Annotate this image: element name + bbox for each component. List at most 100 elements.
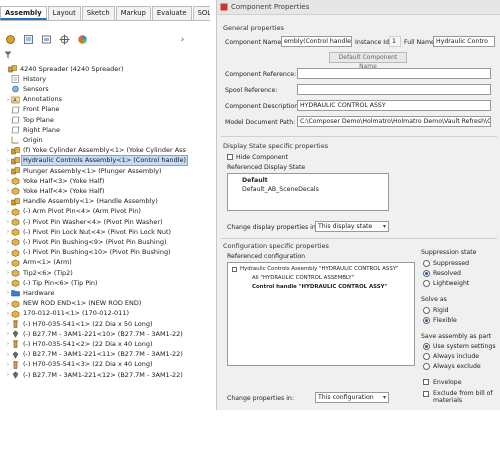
configuration-item-selected[interactable]: Control handle "HYDRAULIC CONTROL ASSY" xyxy=(252,284,387,290)
model-document-path-input[interactable]: C:\Composer Demo\Holmatro\Holmatro Demo\… xyxy=(297,116,491,127)
configuration-heading: Configuration specific properties xyxy=(223,242,329,250)
tree-item-selected[interactable]: › Hydraulic Controls Assembly<1> (Control… xyxy=(0,155,210,167)
rigid-radio[interactable] xyxy=(423,307,430,314)
tree-item-label: (-) H70-035-541<2> (22 Dia x 40 Long) xyxy=(23,339,153,348)
tab-assembly[interactable]: Assembly xyxy=(0,6,47,20)
exclude-bom-checkbox[interactable] xyxy=(423,391,429,397)
spool-reference-input[interactable] xyxy=(297,84,491,95)
tree-item[interactable]: › (-) B27.7M - 3AM1-221<12> (B27.7M - 3AM… xyxy=(0,370,210,380)
component-name-input[interactable]: embly(Control handle) xyxy=(281,36,352,47)
tree-item[interactable]: Top Plane xyxy=(0,115,210,125)
tree-item[interactable]: Front Plane xyxy=(0,105,210,115)
tree-item[interactable]: History xyxy=(0,74,210,84)
tree-item[interactable]: › (-) H70-035-541<2> (22 Dia x 40 Long) xyxy=(0,339,210,349)
tree-item-label: (-) H70-035-541<1> (22 Dia x 50 Long) xyxy=(23,319,153,328)
suppressed-radio[interactable] xyxy=(423,260,430,267)
tree-item[interactable]: › NEW ROD END<1> (NEW ROD END) xyxy=(0,299,210,309)
tree-item[interactable]: › Yoke Half<4> (Yoke Half) xyxy=(0,186,210,196)
tree-item[interactable]: › Hardware xyxy=(0,288,210,298)
tree-item[interactable]: Right Plane xyxy=(0,125,210,135)
feature-tree-icon xyxy=(6,35,15,44)
tab-sketch[interactable]: Sketch xyxy=(81,6,115,20)
display-state-list[interactable]: Default Default_AB_SceneDecals xyxy=(227,173,389,211)
envelope-checkbox[interactable] xyxy=(423,379,429,385)
tree-item[interactable]: › (-) B27.7M - 3AM1-221<11> (B27.7M - 3AM… xyxy=(0,350,210,360)
part-icon xyxy=(11,300,20,308)
tree-item[interactable]: Sensors xyxy=(0,84,210,94)
tree-item-label: 170-012-011<1> (170-012-011) xyxy=(23,309,129,318)
tree-item[interactable]: › (-) Pivot Pin Bushing<10> (Pivot Pin Bu… xyxy=(0,248,210,258)
crosshair-icon xyxy=(59,34,70,45)
tree-item[interactable]: › (-) Pivot Pin Bushing<9> (Pivot Pin Bus… xyxy=(0,237,210,247)
component-description-input[interactable]: HYDRAULIC CONTROL ASSY xyxy=(297,100,491,111)
tree-item-label: Origin xyxy=(23,135,43,144)
svg-text:A: A xyxy=(13,98,17,104)
tree-item[interactable]: › (-) Pivot Pin Lock Nut<4> (Pivot Pin Lo… xyxy=(0,227,210,237)
flexible-radio[interactable] xyxy=(423,317,430,324)
tree-item[interactable]: › (-) Pivot Pin Washer<4> (Pivot Pin Wash… xyxy=(0,217,210,227)
tree-item-label: Sensors xyxy=(23,84,49,93)
tree-item[interactable]: Origin xyxy=(0,135,210,145)
chevron-down-icon: ▾ xyxy=(382,223,386,230)
instance-id-input[interactable]: 1 xyxy=(389,36,401,47)
tree-item[interactable]: › Tip2<6> (Tip2) xyxy=(0,268,210,278)
display-manager-button[interactable] xyxy=(76,33,89,46)
change-display-dropdown[interactable]: This display state ▾ xyxy=(315,221,389,232)
always-exclude-radio[interactable] xyxy=(423,363,430,370)
tree-item[interactable]: › (f) Yoke Cylinder Assembly<1> (Yoke Cyl… xyxy=(0,146,210,156)
tree-item[interactable]: › Yoke Half<3> (Yoke Half) xyxy=(0,176,210,186)
tree-item[interactable]: › Plunger Assembly<1> (Plunger Assembly) xyxy=(0,166,210,176)
resolved-radio[interactable] xyxy=(423,270,430,277)
configuration-list[interactable]: Hydraulic Controls Assembly "HYDRAULIC C… xyxy=(227,262,415,366)
tab-solidworks[interactable]: SOLIDWORKS xyxy=(192,6,210,20)
tree-item[interactable]: › A Annotations xyxy=(0,95,210,105)
tree-item-label: (-) B27.7M - 3AM1-221<11> (B27.7M - 3AM1… xyxy=(23,350,183,359)
hide-component-checkbox[interactable] xyxy=(227,154,233,160)
display-state-heading: Display State specific properties xyxy=(223,142,329,150)
tab-markup[interactable]: Markup xyxy=(115,6,151,20)
dialog-title-bar: Component Properties xyxy=(217,0,500,15)
component-reference-input[interactable] xyxy=(297,68,491,79)
filter-icon[interactable] xyxy=(4,51,12,59)
property-manager-button[interactable] xyxy=(22,33,35,46)
always-exclude-label: Always exclude xyxy=(433,363,481,370)
referenced-display-state-label: Referenced Display State xyxy=(227,164,306,171)
configuration-root[interactable]: Hydraulic Controls Assembly "HYDRAULIC C… xyxy=(240,266,399,272)
origin-icon xyxy=(11,136,20,144)
always-include-radio[interactable] xyxy=(423,353,430,360)
configuration-manager-button[interactable] xyxy=(40,33,53,46)
change-properties-dropdown[interactable]: This configuration ▾ xyxy=(315,392,389,403)
display-state-item[interactable]: Default xyxy=(242,177,268,184)
dimxpert-button[interactable] xyxy=(58,33,71,46)
tree-item[interactable]: › 170-012-011<1> (170-012-011) xyxy=(0,309,210,319)
tree-item[interactable]: › (-) H70-035-541<3> (22 Dia x 40 Long) xyxy=(0,360,210,370)
instance-id-label: Instance Id: xyxy=(355,39,392,46)
clip-icon xyxy=(11,330,20,338)
use-system-settings-radio[interactable] xyxy=(423,343,430,350)
tab-layout[interactable]: Layout xyxy=(47,6,81,20)
part-icon xyxy=(11,187,20,196)
lightweight-radio[interactable] xyxy=(423,280,430,287)
expand-panel-icon[interactable]: › xyxy=(176,33,189,46)
tree-item[interactable]: 4240 Spreader (4240 Spreader) xyxy=(0,64,210,74)
feature-tree-button[interactable] xyxy=(4,33,17,46)
tree-item[interactable]: › (-) Arm Pivot Pin<4> (Arm Pivot Pin) xyxy=(0,207,210,217)
tree-item-label: Hydraulic Controls Assembly<1> (Control … xyxy=(20,155,189,167)
tab-evaluate[interactable]: Evaluate xyxy=(151,6,192,20)
save-as-part-label: Save assembly as part xyxy=(421,333,492,340)
full-name-input[interactable]: Hydraulic Contro xyxy=(433,36,495,47)
tree-item[interactable]: › (-) Tip Pin<6> (Tip Pin) xyxy=(0,278,210,288)
tree-item-label: NEW ROD END<1> (NEW ROD END) xyxy=(23,299,142,308)
tree-item[interactable]: › Handle Assembly<1> (Handle Assembly) xyxy=(0,197,210,207)
tree-item[interactable]: › (-) H70-035-541<1> (22 Dia x 50 Long) xyxy=(0,319,210,329)
display-state-item[interactable]: Default_AB_SceneDecals xyxy=(242,186,319,193)
configuration-manager-icon xyxy=(42,35,51,44)
subassembly-icon xyxy=(11,197,20,206)
default-component-name-button[interactable]: Default Component Name xyxy=(329,52,407,70)
tree-item[interactable]: › (-) B27.7M - 3AM1-221<10> (B27.7M - 3AM… xyxy=(0,329,210,339)
collapse-icon[interactable] xyxy=(232,267,237,272)
configuration-item[interactable]: All "HYDRAULIC CONTROL ASSEMBLY" xyxy=(252,275,354,281)
tree-item[interactable]: › Arm<1> (Arm) xyxy=(0,258,210,268)
suppressed-label: Suppressed xyxy=(433,260,470,267)
tree-item-label: (-) B27.7M - 3AM1-221<10> (B27.7M - 3AM1… xyxy=(23,329,183,338)
